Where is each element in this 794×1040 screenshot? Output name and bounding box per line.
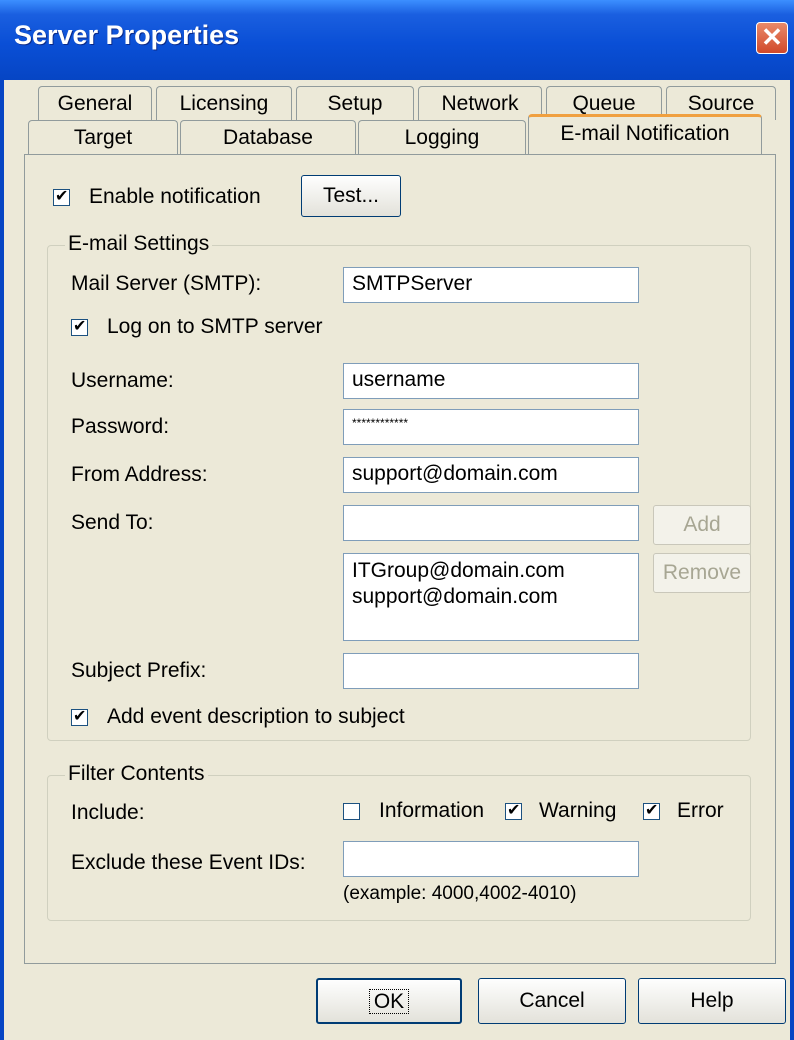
ok-label: OK (368, 989, 410, 1014)
username-input[interactable]: username (343, 363, 639, 399)
warning-label: Warning (539, 799, 617, 822)
list-item[interactable]: ITGroup@domain.com (352, 558, 630, 584)
enable-notification-checkbox[interactable] (53, 186, 70, 206)
tab-network[interactable]: Network (418, 86, 542, 120)
recipients-listbox[interactable]: ITGroup@domain.com support@domain.com (343, 553, 639, 641)
tab-setup[interactable]: Setup (296, 86, 414, 120)
add-description-label: Add event description to subject (107, 705, 405, 728)
subject-prefix-label: Subject Prefix: (71, 659, 207, 682)
username-label: Username: (71, 369, 174, 392)
list-item[interactable]: support@domain.com (352, 584, 630, 610)
test-button[interactable]: Test... (301, 175, 401, 217)
add-description-checkbox[interactable] (71, 706, 88, 726)
information-label: Information (379, 799, 485, 822)
send-to-label: Send To: (71, 511, 154, 534)
from-address-input[interactable]: support@domain.com (343, 457, 639, 493)
error-label: Error (677, 799, 724, 822)
warning-checkbox[interactable] (505, 800, 522, 820)
password-input[interactable]: ************ (343, 409, 639, 445)
password-label: Password: (71, 415, 170, 438)
exclude-event-ids-label: Exclude these Event IDs: (71, 851, 306, 874)
enable-notification-label: Enable notification (89, 185, 261, 208)
tab-target[interactable]: Target (28, 120, 178, 154)
mail-server-input[interactable]: SMTPServer (343, 267, 639, 303)
tab-general[interactable]: General (38, 86, 152, 120)
from-address-label: From Address: (71, 463, 208, 486)
filter-contents-legend: Filter Contents (65, 762, 208, 786)
tab-logging[interactable]: Logging (358, 120, 526, 154)
tab-email-notification[interactable]: E-mail Notification (528, 114, 762, 154)
tab-panel: Enable notification Test... E-mail Setti… (24, 154, 776, 964)
subject-prefix-input[interactable] (343, 653, 639, 689)
include-label: Include: (71, 801, 145, 824)
email-settings-legend: E-mail Settings (65, 232, 213, 256)
tab-database[interactable]: Database (180, 120, 356, 154)
help-button[interactable]: Help (638, 978, 786, 1024)
exclude-example-text: (example: 4000,4002-4010) (343, 883, 577, 904)
tab-licensing[interactable]: Licensing (156, 86, 292, 120)
logon-smtp-checkbox[interactable] (71, 316, 88, 336)
information-checkbox[interactable] (343, 803, 360, 820)
add-button[interactable]: Add (653, 505, 751, 545)
mail-server-label: Mail Server (SMTP): (71, 272, 262, 295)
cancel-button[interactable]: Cancel (478, 978, 626, 1024)
title-bar: Server Properties ✕ (0, 0, 794, 80)
logon-smtp-label: Log on to SMTP server (107, 315, 323, 338)
close-icon: ✕ (761, 22, 783, 52)
window-title: Server Properties (14, 20, 240, 50)
close-button[interactable]: ✕ (756, 22, 788, 54)
send-to-input[interactable] (343, 505, 639, 541)
remove-button[interactable]: Remove (653, 553, 751, 593)
ok-button[interactable]: OK (316, 978, 462, 1024)
exclude-event-ids-input[interactable] (343, 841, 639, 877)
error-checkbox[interactable] (643, 800, 660, 820)
